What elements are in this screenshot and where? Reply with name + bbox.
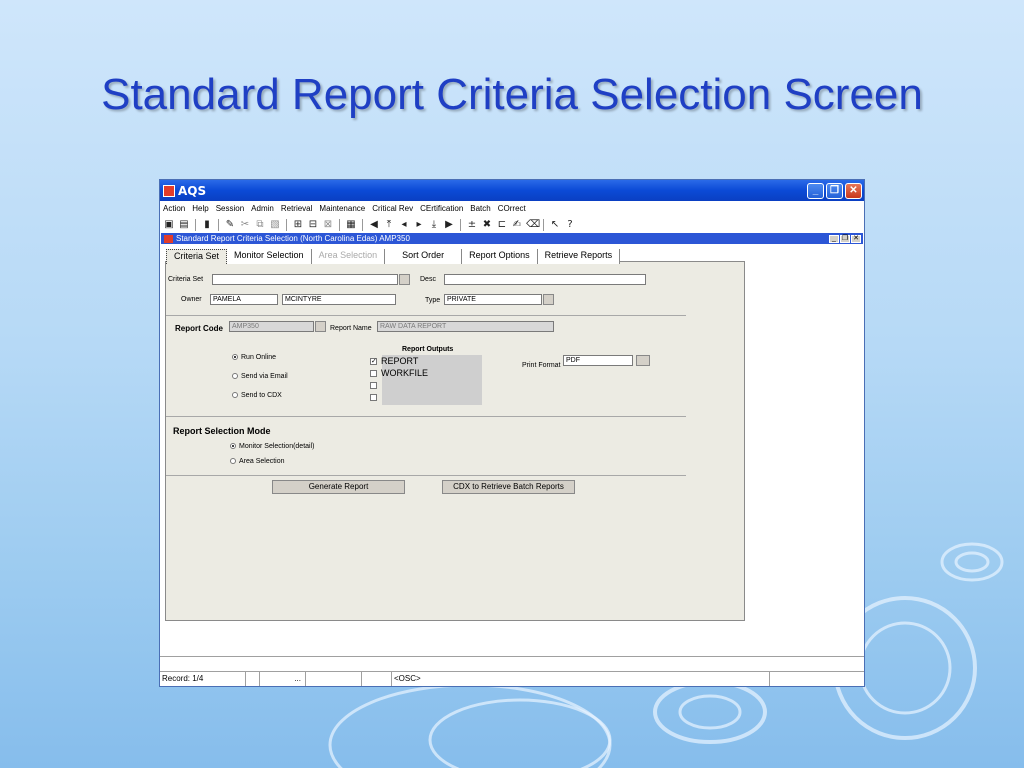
criteria-set-input[interactable] [212,274,398,285]
tab-monitor-selection[interactable]: Monitor Selection [227,249,312,264]
tab-report-options[interactable]: Report Options [462,249,538,264]
print-format-label: Print Format [522,362,561,369]
section-divider-2 [166,416,686,417]
monitor-selection-radio[interactable]: Monitor Selection(detail) [230,443,314,450]
menu-batch[interactable]: Batch [470,204,490,213]
sub-minimize-icon[interactable]: _ [829,234,839,243]
type-lov-button[interactable] [543,294,554,305]
criteria-set-label: Criteria Set [168,276,204,283]
report-selection-mode-label: Report Selection Mode [173,426,271,436]
list-icon[interactable]: ▦ [345,219,357,231]
menu-correct[interactable]: COrrect [498,204,526,213]
menu-certification[interactable]: CErtification [420,204,463,213]
report-name-input[interactable]: RAW DATA REPORT [377,321,554,332]
edit-field-icon[interactable]: ✍ [511,219,523,231]
criteria-set-lov-button[interactable] [399,274,410,285]
previous-block-icon[interactable]: ⤒ [383,219,395,231]
copy-icon[interactable]: ⧉ [254,219,266,231]
osc-indicator: <OSC> [392,671,770,686]
cancel-query-icon[interactable]: ⊠ [322,219,334,231]
query-icon[interactable]: ⊞ [292,219,304,231]
menu-maintenance[interactable]: Maintenance [319,204,365,213]
criteria-form-panel: Criteria Set Monitor Selection Area Sele… [165,249,745,621]
maximize-icon[interactable]: ❐ [826,182,843,199]
aqs-window: AQS _ ❐ ✕ Action Help Session Admin Retr… [159,179,865,687]
tab-retrieve-reports[interactable]: Retrieve Reports [537,249,621,264]
status-ellipsis: ... [260,671,306,686]
run-online-radio[interactable]: Run Online [232,354,276,361]
area-selection-radio[interactable]: Area Selection [230,458,285,465]
menu-retrieval[interactable]: Retrieval [281,204,313,213]
section-divider-3 [166,475,686,476]
print-icon[interactable]: ▤ [178,219,190,231]
edit-icon[interactable]: ✎ [224,219,236,231]
delete-record-icon[interactable]: ✖ [481,219,493,231]
menu-action[interactable]: Action [163,204,185,213]
record-count: Record: 1/4 [160,671,246,686]
close-icon[interactable]: ✕ [845,182,862,199]
exit-icon[interactable]: ▮ [201,219,213,231]
sub-restore-icon[interactable]: ❐ [840,234,850,243]
report-outputs-label: Report Outputs [402,346,454,353]
duplicate-record-icon[interactable]: ⊏ [496,219,508,231]
help-icon[interactable]: ? [564,219,576,231]
first-record-icon[interactable]: ◀ [368,219,380,231]
tab-criteria-set[interactable]: Criteria Set [166,249,228,264]
section-divider [166,315,686,316]
desc-input[interactable] [444,274,646,285]
tab-bar: Criteria Set Monitor Selection Area Sele… [166,249,621,264]
desc-label: Desc [420,276,436,283]
execute-query-icon[interactable]: ⊟ [307,219,319,231]
help-pointer-icon[interactable]: ↖ [549,219,561,231]
window-titlebar[interactable]: AQS _ ❐ ✕ [160,180,864,201]
menu-help[interactable]: Help [192,204,208,213]
report-code-label: Report Code [175,324,223,333]
app-icon [163,184,175,197]
minimize-icon[interactable]: _ [807,182,824,199]
paste-icon[interactable]: ▧ [269,219,281,231]
cut-icon[interactable]: ✂ [239,219,251,231]
clear-icon[interactable]: ⌫ [526,219,540,231]
record-bar: Record: 1/4 ... <OSC> [160,671,864,686]
print-format-input[interactable]: PDF [563,355,633,366]
output-empty-checkbox[interactable] [370,380,381,390]
send-via-email-radio[interactable]: Send via Email [232,373,288,380]
output-report-checkbox[interactable]: ✓ REPORT [370,356,418,366]
menubar: Action Help Session Admin Retrieval Main… [160,201,864,216]
menu-admin[interactable]: Admin [251,204,274,213]
slide-title: Standard Report Criteria Selection Scree… [101,70,923,119]
cdx-retrieve-batch-reports-button[interactable]: CDX to Retrieve Batch Reports [442,480,575,494]
save-icon[interactable]: ▣ [163,219,175,231]
last-record-icon[interactable]: ▶ [443,219,455,231]
next-record-icon[interactable]: ▸ [413,219,425,231]
output-empty-checkbox-2[interactable] [370,392,381,402]
app-title: AQS [178,183,207,198]
type-label: Type [425,297,441,304]
owner-label: Owner [181,296,202,303]
menu-session[interactable]: Session [216,204,244,213]
type-input[interactable]: PRIVATE [444,294,542,305]
next-block-icon[interactable]: ⤓ [428,219,440,231]
subwindow-titlebar[interactable]: Standard Report Criteria Selection (Nort… [161,233,863,244]
owner-last-name-input[interactable]: MCINTYRE [282,294,396,305]
send-to-cdx-radio[interactable]: Send to CDX [232,392,282,399]
toolbar: ▣ ▤ ▮ ✎ ✂ ⧉ ▧ ⊞ ⊟ ⊠ ▦ ◀ ⤒ ◂ ▸ ⤓ ▶ ± ✖ ⊏ … [160,216,864,233]
insert-record-icon[interactable]: ± [466,219,478,231]
menu-critical-rev[interactable]: Critical Rev [372,204,413,213]
generate-report-button[interactable]: Generate Report [272,480,405,494]
previous-record-icon[interactable]: ◂ [398,219,410,231]
report-name-label: Report Name [330,325,372,332]
report-code-input[interactable]: AMP350 [229,321,314,332]
owner-first-name-input[interactable]: PAMELA [210,294,278,305]
report-code-lov-button[interactable] [315,321,326,332]
print-format-lov-button[interactable] [636,355,650,366]
tab-area-selection[interactable]: Area Selection [311,249,386,264]
form-icon [164,234,173,243]
subwindow-title: Standard Report Criteria Selection (Nort… [176,234,410,243]
tab-sort-order[interactable]: Sort Order [385,249,463,264]
output-workfile-checkbox[interactable]: WORKFILE [370,368,428,378]
status-bar [160,656,864,672]
sub-close-icon[interactable]: ✕ [851,234,861,243]
